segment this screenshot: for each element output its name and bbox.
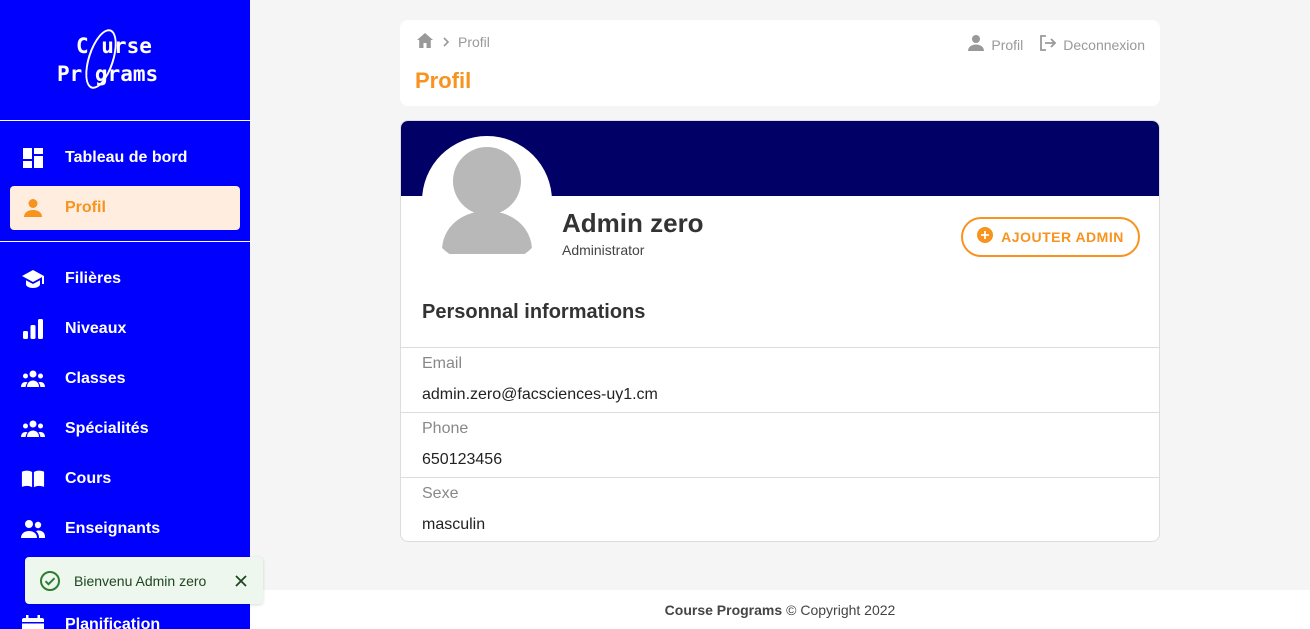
sidebar-item-label: Spécialités (65, 420, 149, 437)
page-title: Profil (415, 68, 472, 93)
sidebar-item-specialites[interactable]: Spécialités (10, 407, 240, 451)
info-label: Phone (422, 420, 469, 437)
group-icon (21, 367, 45, 391)
info-row-email: Email admin.zero@facsciences-uy1.cm (401, 347, 1159, 412)
bar-chart-icon (21, 317, 45, 341)
person-icon (967, 34, 985, 55)
toast-notification: Bienvenu Admin zero (25, 557, 263, 604)
sidebar: C urse Pr grams Tableau de bord Profil F… (0, 0, 250, 629)
sidebar-item-profil[interactable]: Profil (10, 186, 240, 230)
graduation-cap-icon (21, 267, 45, 291)
chevron-right-icon (442, 34, 450, 50)
profile-role: Administrator (562, 242, 645, 258)
logout-link[interactable]: Deconnexion (1039, 34, 1145, 55)
sidebar-item-dashboard[interactable]: Tableau de bord (10, 136, 240, 180)
header-actions: Profil Deconnexion (967, 34, 1145, 55)
add-admin-label: AJOUTER ADMIN (1001, 229, 1124, 245)
footer-copyright: © Copyright 2022 (786, 601, 896, 618)
info-label: Sexe (422, 485, 459, 502)
sidebar-item-niveaux[interactable]: Niveaux (10, 307, 240, 351)
sidebar-item-label: Niveaux (65, 320, 127, 337)
sidebar-item-classes[interactable]: Classes (10, 357, 240, 401)
footer-brand: Course Programs (664, 601, 783, 618)
breadcrumb: Profil (416, 32, 490, 52)
logo[interactable]: C urse Pr grams (0, 0, 250, 120)
sidebar-item-label: Filières (65, 270, 122, 287)
footer: Course Programs © Copyright 2022 (250, 590, 1310, 629)
header-card: Profil Profil Profil Deconnexion (400, 20, 1160, 106)
profile-link[interactable]: Profil (967, 34, 1023, 55)
avatar (422, 136, 552, 266)
info-row-phone: Phone 650123456 (401, 412, 1159, 477)
dashboard-icon (21, 146, 45, 170)
info-value: 650123456 (422, 451, 503, 468)
sidebar-item-label: Tableau de bord (65, 149, 188, 166)
profile-card: Admin zero Administrator AJOUTER ADMIN P… (400, 120, 1160, 542)
breadcrumb-current: Profil (458, 34, 490, 50)
sidebar-item-label: Enseignants (65, 520, 161, 537)
sidebar-divider (0, 241, 250, 242)
logout-link-label: Deconnexion (1063, 36, 1145, 53)
sidebar-divider (0, 120, 250, 121)
profile-name: Admin zero (562, 208, 704, 238)
sidebar-item-label: Cours (65, 470, 112, 487)
calendar-icon (21, 613, 45, 629)
info-value: masculin (422, 516, 486, 533)
info-label: Email (422, 355, 463, 372)
sidebar-item-enseignants[interactable]: Enseignants (10, 507, 240, 551)
sidebar-item-label: Planification (65, 616, 161, 629)
logout-icon (1039, 34, 1057, 55)
check-circle-icon (39, 570, 61, 592)
home-icon[interactable] (416, 32, 434, 52)
toast-message: Bienvenu Admin zero (74, 572, 207, 589)
add-admin-button[interactable]: AJOUTER ADMIN (961, 217, 1140, 257)
people-icon (21, 517, 45, 541)
close-icon[interactable] (233, 573, 249, 589)
person-icon (21, 196, 45, 220)
profile-link-label: Profil (991, 36, 1024, 53)
sidebar-item-label: Profil (65, 199, 106, 216)
sidebar-item-planification[interactable]: Planification (10, 603, 240, 629)
sidebar-item-cours[interactable]: Cours (10, 457, 240, 501)
plus-circle-icon (977, 227, 994, 247)
group-icon (21, 417, 45, 441)
info-row-sexe: Sexe masculin (401, 477, 1159, 541)
section-title: Personnal informations (422, 301, 646, 323)
book-icon (21, 467, 45, 491)
sidebar-item-label: Classes (65, 370, 126, 387)
sidebar-item-filieres[interactable]: Filières (10, 257, 240, 301)
info-value: admin.zero@facsciences-uy1.cm (422, 386, 658, 403)
